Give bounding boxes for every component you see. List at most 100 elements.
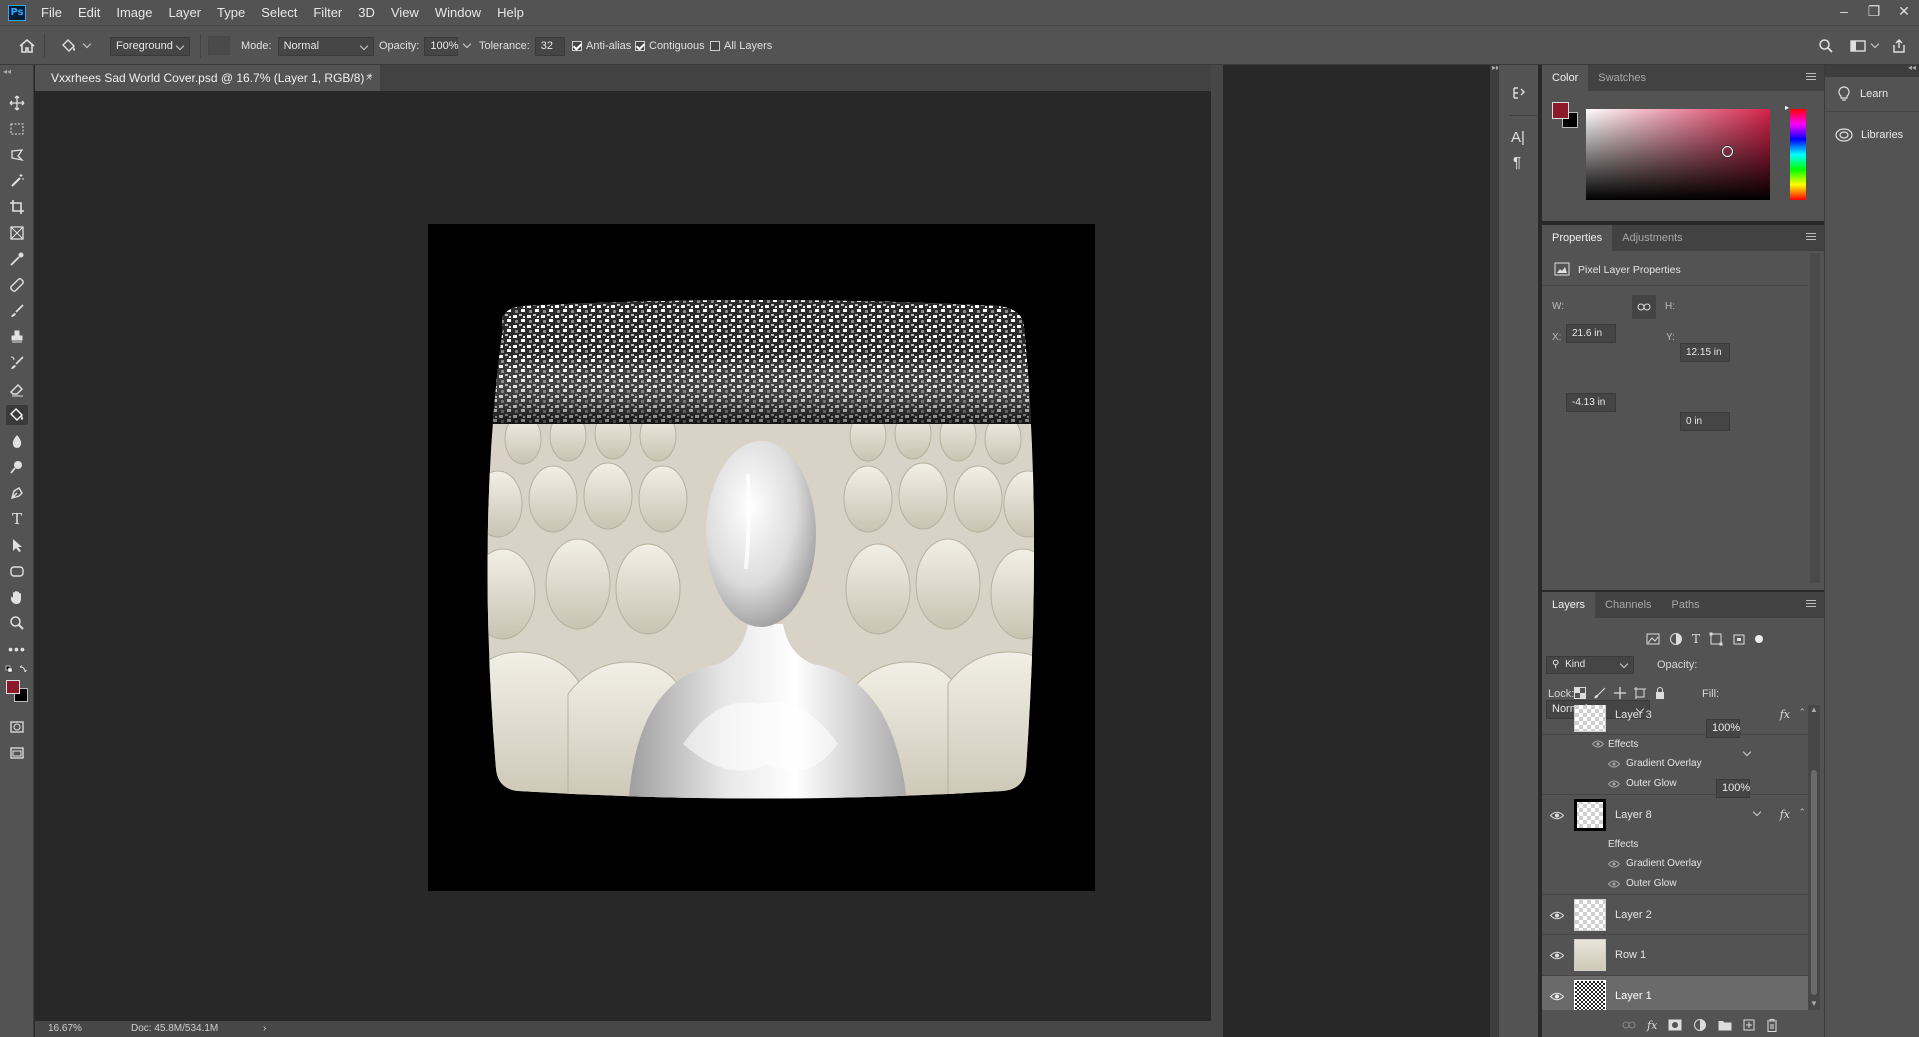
collapse-arrows-icon[interactable]: ◂◂ — [3, 67, 11, 76]
hue-slider-handle[interactable]: ▸ — [1785, 103, 1789, 112]
antialias-checkbox[interactable] — [572, 41, 582, 51]
filter-pixel-icon[interactable] — [1646, 633, 1660, 645]
layer-name[interactable]: Layer 2 — [1615, 909, 1652, 921]
layer-name[interactable]: Layer 3 — [1615, 709, 1652, 721]
paint-bucket-tool-icon[interactable] — [6, 405, 28, 425]
lock-image-pixels-icon[interactable] — [1594, 687, 1606, 699]
healing-brush-tool-icon[interactable] — [6, 275, 28, 295]
filter-toggle-icon[interactable] — [1755, 635, 1764, 643]
add-mask-icon[interactable] — [1668, 1019, 1682, 1031]
menu-view[interactable]: View — [383, 0, 427, 25]
mode-select[interactable]: Normal — [277, 36, 374, 56]
color-field[interactable] — [1586, 109, 1770, 200]
collapse-arrows-icon[interactable]: ◂◂ — [1908, 63, 1916, 72]
x-input[interactable]: -4.13 in — [1566, 393, 1616, 412]
layer-name[interactable]: Layer 1 — [1615, 990, 1652, 1002]
tab-adjustments[interactable]: Adjustments — [1612, 225, 1693, 251]
hand-tool-icon[interactable] — [6, 587, 28, 607]
all-layers-checkbox[interactable] — [710, 41, 720, 51]
eye-icon[interactable] — [1550, 811, 1564, 820]
effect-row[interactable]: Outer Glow — [1542, 874, 1808, 895]
layer-name[interactable]: Row 1 — [1615, 949, 1646, 961]
tab-layers[interactable]: Layers — [1542, 592, 1596, 618]
eye-icon[interactable] — [1550, 992, 1564, 1001]
lock-all-icon[interactable] — [1654, 687, 1666, 699]
new-layer-icon[interactable] — [1743, 1019, 1755, 1031]
menu-layer[interactable]: Layer — [161, 0, 210, 25]
layer-row-row-1[interactable]: Row 1 — [1542, 935, 1808, 976]
eye-icon[interactable] — [1608, 760, 1620, 768]
foreground-color-swatch[interactable] — [6, 680, 20, 694]
link-dimensions-button[interactable] — [1632, 295, 1656, 319]
layers-scrollbar[interactable]: ▲ ▼ — [1808, 705, 1820, 1010]
menu-filter[interactable]: Filter — [305, 0, 350, 25]
eye-icon[interactable] — [1608, 780, 1620, 788]
history-brush-tool-icon[interactable] — [6, 353, 28, 373]
eyedropper-tool-icon[interactable] — [6, 249, 28, 269]
new-adjustment-layer-icon[interactable] — [1693, 1018, 1707, 1032]
pattern-picker[interactable] — [208, 36, 230, 55]
new-group-icon[interactable] — [1718, 1019, 1732, 1031]
all-layers-option[interactable]: All Layers — [710, 26, 772, 66]
collapse-effects-icon[interactable]: ⌃ — [1798, 707, 1806, 718]
quick-mask-icon[interactable] — [6, 717, 28, 737]
tab-properties[interactable]: Properties — [1542, 225, 1613, 251]
menu-edit[interactable]: Edit — [70, 0, 108, 25]
path-selection-tool-icon[interactable] — [6, 535, 28, 555]
minimize-icon[interactable]: – — [1829, 0, 1859, 25]
close-tab-icon[interactable]: × — [366, 65, 372, 91]
effect-row[interactable]: Gradient Overlay — [1542, 755, 1808, 774]
edit-toolbar-icon[interactable]: ••• — [6, 639, 28, 659]
antialias-option[interactable]: Anti-alias — [572, 26, 631, 66]
width-input[interactable]: 21.6 in — [1566, 324, 1616, 343]
fill-source-select[interactable]: Foreground — [110, 36, 190, 56]
layer-row-layer-3[interactable]: Layer 3 fx ⌃ — [1542, 705, 1808, 735]
screen-mode-icon[interactable] — [6, 743, 28, 763]
share-icon[interactable] — [1891, 26, 1907, 66]
brush-tool-icon[interactable] — [6, 301, 28, 321]
scroll-down-icon[interactable]: ▼ — [1810, 999, 1818, 1008]
tab-channels[interactable]: Channels — [1595, 592, 1661, 618]
properties-scrollbar[interactable] — [1810, 253, 1820, 583]
canvas-area[interactable] — [35, 91, 1211, 1021]
contiguous-option[interactable]: Contiguous — [635, 26, 705, 66]
effect-row[interactable]: Gradient Overlay — [1542, 855, 1808, 874]
contiguous-checkbox[interactable] — [635, 41, 645, 51]
search-icon[interactable] — [1818, 26, 1834, 66]
effects-row[interactable]: Effects — [1542, 835, 1808, 855]
menu-window[interactable]: Window — [427, 0, 489, 25]
blur-tool-icon[interactable] — [6, 431, 28, 451]
effects-row[interactable]: Effects — [1542, 735, 1808, 755]
layer-row-layer-8[interactable]: Layer 8 fx ⌃ — [1542, 795, 1808, 835]
effect-row[interactable]: Outer Glow — [1542, 774, 1808, 795]
move-tool-icon[interactable] — [6, 93, 28, 113]
opacity-slider-toggle[interactable] — [463, 39, 472, 49]
workspace-switcher[interactable] — [1850, 26, 1880, 66]
visibility-toggle-empty[interactable] — [1550, 713, 1560, 723]
add-layer-style-icon[interactable]: fx — [1647, 1019, 1657, 1032]
paragraph-panel-icon[interactable]: ¶ — [1513, 154, 1521, 171]
panel-menu-icon[interactable] — [1806, 73, 1816, 82]
height-input[interactable]: 12.15 in — [1680, 343, 1730, 362]
history-panel-icon[interactable] — [1511, 85, 1527, 101]
eye-icon[interactable] — [1592, 740, 1604, 748]
crop-tool-icon[interactable] — [6, 197, 28, 217]
color-picker-handle[interactable] — [1722, 146, 1733, 157]
tolerance-input[interactable]: 32 — [534, 36, 565, 56]
link-layers-icon[interactable] — [1622, 1021, 1636, 1029]
delete-layer-icon[interactable] — [1766, 1018, 1778, 1032]
layer-row-layer-2[interactable]: Layer 2 — [1542, 895, 1808, 935]
eye-icon[interactable] — [1550, 911, 1564, 920]
layer-name[interactable]: Layer 8 — [1615, 809, 1652, 821]
layer-filter-select[interactable]: ⚲ Kind — [1546, 656, 1634, 674]
rectangle-tool-icon[interactable] — [6, 561, 28, 581]
eye-icon[interactable] — [1550, 951, 1564, 960]
menu-type[interactable]: Type — [209, 0, 253, 25]
canvas-vertical-scrollbar[interactable] — [1211, 65, 1223, 1037]
eye-icon[interactable] — [1608, 880, 1620, 888]
zoom-tool-icon[interactable] — [6, 613, 28, 633]
layers-scroll-thumb[interactable] — [1811, 770, 1817, 995]
tab-paths[interactable]: Paths — [1662, 592, 1710, 618]
opacity-input[interactable]: 100% — [424, 36, 459, 56]
magic-wand-tool-icon[interactable] — [6, 171, 28, 191]
